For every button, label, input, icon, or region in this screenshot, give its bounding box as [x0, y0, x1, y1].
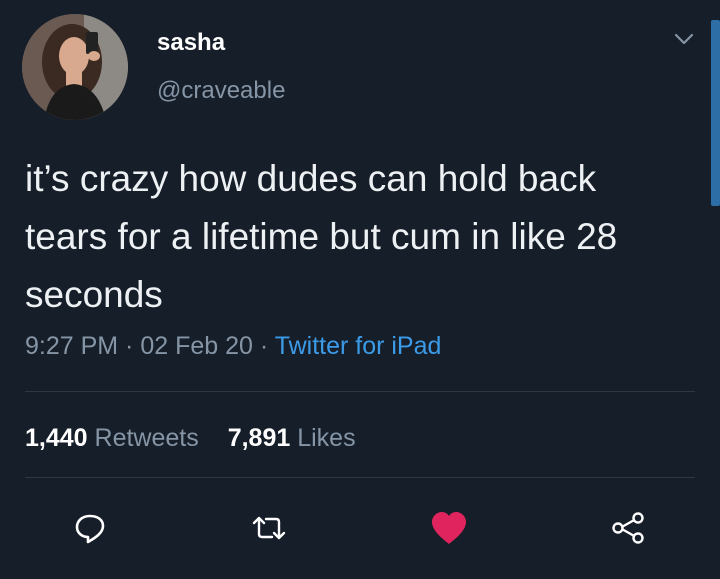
retweet-icon — [250, 513, 288, 548]
divider — [25, 477, 695, 478]
retweets-count: 1,440 — [25, 424, 88, 452]
tweet-text: it’s crazy how dudes can hold back tears… — [25, 158, 618, 315]
retweet-button[interactable] — [247, 508, 291, 552]
tweet-card: sasha @craveable it’s crazy how dudes ca… — [0, 0, 720, 579]
tweet-date: 02 Feb 20 — [140, 332, 253, 360]
tweet-stats: 1,440 Retweets 7,891 Likes — [25, 424, 378, 453]
comment-icon — [73, 512, 107, 549]
heart-icon — [429, 510, 469, 551]
like-button[interactable] — [427, 508, 471, 552]
author-name[interactable]: sasha — [157, 29, 225, 57]
likes-label: Likes — [297, 424, 356, 452]
chevron-down-icon[interactable] — [673, 30, 695, 48]
scrollbar[interactable] — [711, 20, 720, 206]
share-button[interactable] — [606, 508, 650, 552]
likes-stat[interactable]: 7,891 Likes — [228, 424, 356, 452]
retweets-stat[interactable]: 1,440 Retweets — [25, 424, 199, 452]
likes-count: 7,891 — [227, 424, 291, 452]
reply-button[interactable] — [68, 508, 112, 552]
retweets-label: Retweets — [94, 424, 199, 452]
avatar[interactable] — [22, 14, 128, 120]
meta-separator: · — [118, 332, 141, 360]
author-handle[interactable]: @craveable — [157, 77, 285, 105]
divider — [25, 391, 695, 392]
tweet-time: 9:27 PM — [25, 332, 119, 360]
share-icon — [610, 510, 646, 551]
meta-separator: · — [252, 332, 275, 360]
tweet-meta: 9:27 PM · 02 Feb 20 · Twitter for iPad — [25, 332, 441, 361]
tweet-source-link[interactable]: Twitter for iPad — [275, 332, 442, 360]
